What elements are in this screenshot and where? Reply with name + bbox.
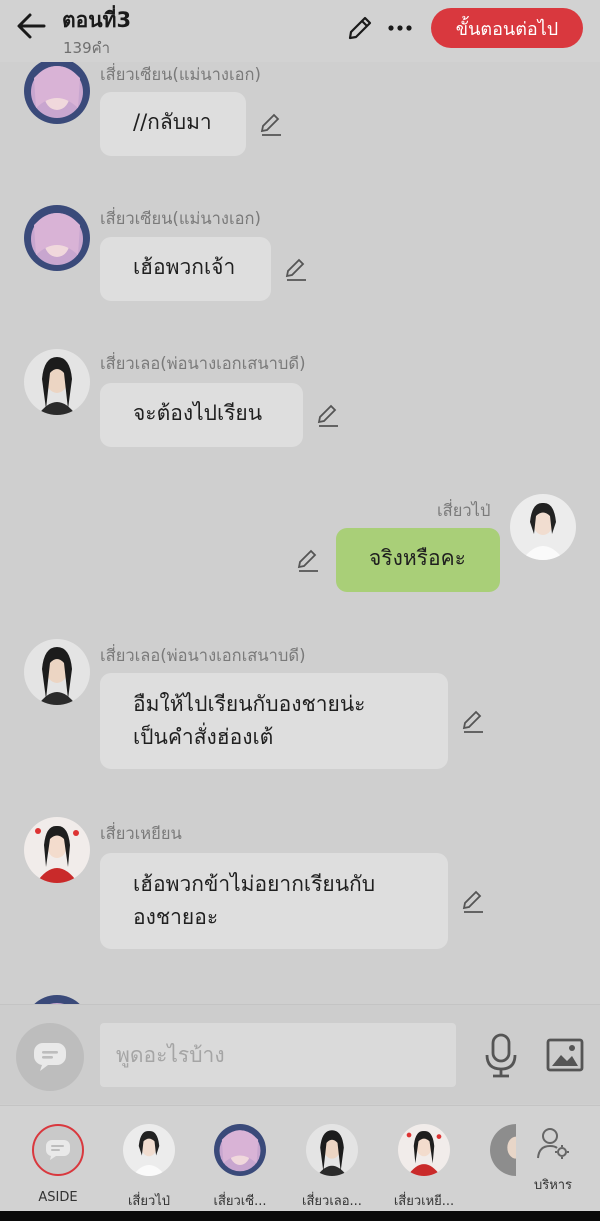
red-robe-avatar	[398, 1124, 450, 1176]
character-label: เสี่ยวเลอ...	[302, 1194, 362, 1209]
message-bubble[interactable]: จะต้องไปเรียน	[100, 383, 303, 447]
message-item: เสี่ยวเซียน(แม่นางเอก) เฮ้อพวกเจ้า	[0, 205, 600, 305]
manage-user-icon	[537, 1128, 569, 1159]
speaker-name: เสี่ยวไป่	[437, 501, 491, 520]
next-step-button[interactable]: ขั้นตอนต่อไป	[431, 8, 583, 48]
more-options-icon[interactable]	[386, 14, 414, 42]
character-item-partial[interactable]	[476, 1124, 516, 1176]
message-text: เฮ้อพวกเจ้า	[133, 255, 236, 279]
white-dress-avatar	[123, 1124, 175, 1176]
pink-hair-avatar	[214, 1124, 266, 1176]
edit-pencil-icon[interactable]	[461, 709, 487, 735]
system-nav-bar	[0, 1211, 600, 1221]
speaker-name: เสี่ยวเซียน(แม่นางเอก)	[100, 65, 261, 84]
microphone-icon[interactable]	[482, 1033, 520, 1079]
edit-pencil-icon[interactable]	[316, 403, 342, 429]
message-text: จริงหรือคะ	[369, 546, 466, 570]
pink-hair-avatar[interactable]	[24, 995, 90, 1004]
edit-pencil-icon[interactable]	[296, 548, 322, 574]
message-bubble[interactable]: เฮ้อพวกเจ้า	[100, 237, 271, 301]
speaker-name: เสี่ยวเลอ(พ่อนางเอกเสนาบดี)	[100, 646, 306, 665]
message-text: เฮ้อพวกข้าไม่อยากเรียนกับ	[133, 872, 376, 896]
edit-pencil-icon[interactable]	[284, 257, 310, 283]
speaker-name: เสี่ยวเลอ(พ่อนางเอกเสนาบดี)	[100, 354, 306, 373]
message-item: เสี่ยวเลอ(พ่อนางเอกเสนาบดี) อืมให้ไปเรีย…	[0, 639, 600, 779]
partial-avatar	[490, 1124, 516, 1176]
message-input-box[interactable]	[100, 1023, 456, 1087]
message-bubble[interactable]: จริงหรือคะ	[336, 528, 500, 592]
message-text: อืมให้ไปเรียนกับองชายน่ะ	[133, 692, 366, 716]
character-label: เสี่ยวเหยี...	[393, 1194, 455, 1209]
character-item[interactable]: เสี่ยวไป่	[109, 1124, 189, 1211]
pink-hair-avatar[interactable]	[24, 62, 90, 124]
episode-title: ตอนที่3	[62, 8, 132, 32]
character-label: เสี่ยวเซี...	[213, 1194, 267, 1209]
edit-pencil-icon[interactable]	[346, 14, 374, 42]
message-text: องชายอะ	[133, 905, 219, 929]
word-count: 139คำ	[63, 39, 111, 57]
character-label: ASIDE	[38, 1190, 78, 1205]
character-label: เสี่ยวไป่	[127, 1194, 171, 1209]
edit-pencil-icon[interactable]	[259, 112, 285, 138]
message-text: //กลับมา	[133, 110, 212, 134]
character-item[interactable]: เสี่ยวเลอ...	[292, 1124, 372, 1211]
message-item: เสี่ยวไป่ จริงหรือคะ	[0, 494, 600, 594]
aside-icon	[32, 1124, 84, 1176]
character-aside[interactable]: ASIDE	[18, 1124, 98, 1205]
back-arrow-icon[interactable]	[14, 10, 50, 42]
white-dress-avatar[interactable]	[510, 494, 576, 560]
message-item: เสี่ยวเหยียน เฮ้อพวกข้าไม่อยากเรียนกับ อ…	[0, 815, 600, 955]
message-bubble[interactable]: //กลับมา	[100, 92, 246, 156]
top-bar: ตอนที่3 139คำ ขั้นตอนต่อไป	[0, 0, 600, 62]
character-item[interactable]: เสี่ยวเหยี...	[384, 1124, 464, 1211]
message-item: เสี่ยวเซียน(แม่นางเอก) //กลับมา	[0, 62, 600, 162]
chat-bubble-icon	[34, 1043, 66, 1071]
red-robe-avatar[interactable]	[24, 817, 90, 883]
image-icon[interactable]	[545, 1035, 585, 1075]
pink-hair-avatar[interactable]	[24, 205, 90, 271]
message-bubble[interactable]: อืมให้ไปเรียนกับองชายน่ะ เป็นคำสั่งฮ่องเ…	[100, 673, 448, 769]
speaker-name: เสี่ยวเหยียน	[100, 824, 182, 843]
message-composer	[0, 1004, 600, 1104]
dark-hair-man-avatar	[306, 1124, 358, 1176]
chat-area[interactable]: เสี่ยวเซียน(แม่นางเอก) //กลับมา เสี่ยวเซ…	[0, 62, 600, 1004]
dark-hair-man-avatar[interactable]	[24, 349, 90, 415]
manage-label: บริหาร	[533, 1178, 573, 1193]
message-text: จะต้องไปเรียน	[133, 401, 263, 425]
message-item: เสี่ยวเลอ(พ่อนางเอกเสนาบดี) จะต้องไปเรีย…	[0, 349, 600, 449]
message-input[interactable]	[100, 1023, 456, 1087]
character-bar: ASIDE เสี่ยวไป่ เสี่ยวเซี... เสี่ยวเลอ..…	[0, 1105, 600, 1211]
dark-hair-man-avatar[interactable]	[24, 639, 90, 705]
edit-pencil-icon[interactable]	[461, 889, 487, 915]
character-item[interactable]: เสี่ยวเซี...	[200, 1124, 280, 1211]
speaker-name: เสี่ยวเซียน(แม่นางเอก)	[100, 209, 261, 228]
aside-toggle-button[interactable]	[16, 1023, 84, 1091]
message-bubble[interactable]: เฮ้อพวกข้าไม่อยากเรียนกับ องชายอะ	[100, 853, 448, 949]
message-text: เป็นคำสั่งฮ่องเต้	[133, 725, 274, 749]
manage-button[interactable]: บริหาร	[522, 1126, 584, 1195]
